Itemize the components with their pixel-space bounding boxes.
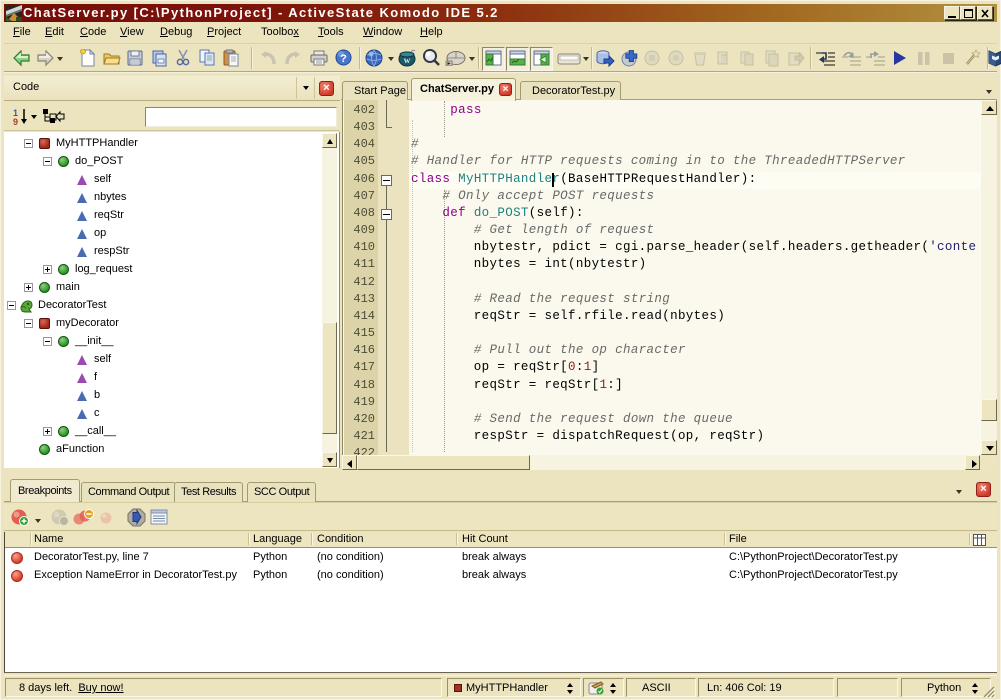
svg-text:?: ? (340, 53, 347, 65)
svg-text:9: 9 (13, 117, 18, 126)
svg-text:w: w (404, 55, 411, 65)
